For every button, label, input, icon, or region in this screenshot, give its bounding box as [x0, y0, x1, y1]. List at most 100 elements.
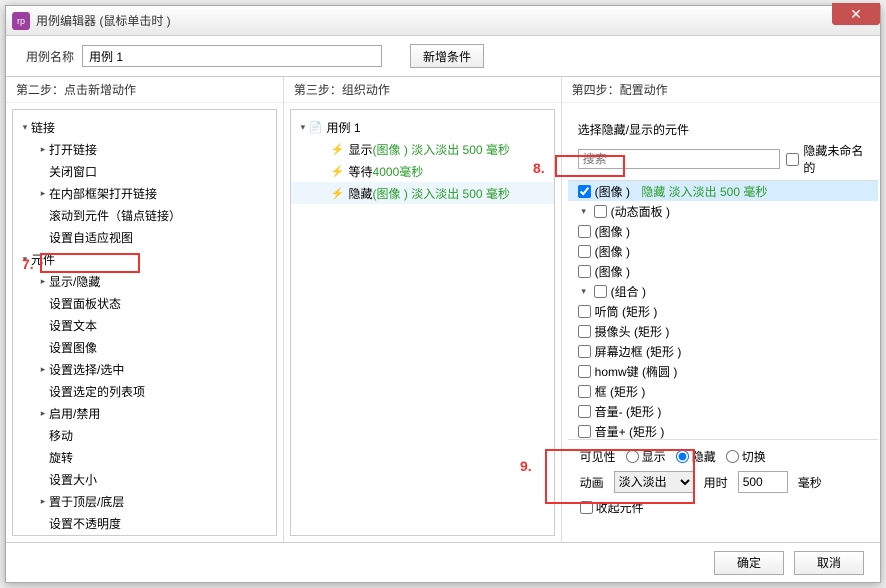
tree-item[interactable]: 滚动到元件（锚点链接）: [13, 204, 276, 226]
widget-item[interactable]: 摄像头 (矩形 ): [568, 321, 878, 341]
widget-checkbox[interactable]: [578, 345, 591, 358]
animation-label: 动画: [580, 474, 604, 491]
top-row: 用例名称 新增条件: [6, 36, 880, 76]
widget-selector-header: 选择隐藏/显示的元件 隐藏未命名的: [568, 115, 878, 180]
annotation-9: 9.: [520, 458, 532, 474]
expand-icon: ▸: [37, 188, 49, 199]
widget-checkbox[interactable]: [578, 405, 591, 418]
widget-item[interactable]: 屏幕边框 (矩形 ): [568, 341, 878, 361]
page-icon: 📄: [309, 121, 323, 134]
widget-item-selected[interactable]: (图像 ) 隐藏 淡入淡出 500 毫秒: [568, 181, 878, 201]
step4-header: 第四步：配置动作: [562, 77, 880, 103]
select-widget-label: 选择隐藏/显示的元件: [578, 121, 868, 138]
tree-item[interactable]: 关闭窗口: [13, 160, 276, 182]
widget-checkbox[interactable]: [578, 365, 591, 378]
tree-group-widgets[interactable]: ▾元件: [13, 248, 276, 270]
dialog-footer: 确定 取消: [6, 542, 880, 582]
lightning-icon: ⚡: [331, 187, 345, 200]
lightning-icon: ⚡: [331, 143, 345, 156]
annotation-8: 8.: [533, 160, 545, 176]
ok-button[interactable]: 确定: [714, 551, 784, 575]
lightning-icon: ⚡: [331, 165, 345, 178]
annotation-7: 7.: [22, 256, 34, 272]
tree-item[interactable]: 旋转: [13, 446, 276, 468]
cancel-button[interactable]: 取消: [794, 551, 864, 575]
radio-toggle[interactable]: 切换: [726, 448, 766, 465]
visibility-panel: 可见性 显示 隐藏 切换 动画 淡入淡出 用时 毫秒 收起元件: [568, 440, 878, 530]
app-icon: rp: [12, 12, 30, 30]
hide-unnamed-checkbox[interactable]: 隐藏未命名的: [786, 142, 868, 176]
duration-unit: 毫秒: [798, 474, 822, 491]
widget-item[interactable]: (图像 ): [568, 261, 878, 281]
widget-item[interactable]: homw键 (椭圆 ): [568, 361, 878, 381]
widget-item[interactable]: 音量- (矩形 ): [568, 401, 878, 421]
widget-item[interactable]: 框 (矩形 ): [568, 381, 878, 401]
widget-checkbox[interactable]: [578, 245, 591, 258]
tree-item[interactable]: 设置自适应视图: [13, 226, 276, 248]
tree-item[interactable]: ▸打开链接: [13, 138, 276, 160]
case-editor-dialog: rp 用例编辑器 (鼠标单击时 ) ✕ 用例名称 新增条件 第二步：点击新增动作…: [5, 5, 881, 583]
widget-item[interactable]: (图像 ): [568, 221, 878, 241]
tree-item[interactable]: 设置不透明度: [13, 512, 276, 534]
step2-header: 第二步：点击新增动作: [6, 77, 283, 103]
widget-checkbox[interactable]: [578, 265, 591, 278]
tree-item-show-hide[interactable]: ▸显示/隐藏: [13, 270, 276, 292]
expand-icon: ▸: [37, 276, 49, 287]
widget-checkbox[interactable]: [578, 325, 591, 338]
animation-select[interactable]: 淡入淡出: [614, 471, 694, 493]
duration-label: 用时: [704, 474, 728, 491]
widget-checkbox[interactable]: [594, 205, 607, 218]
tree-item[interactable]: ▸设置选择/选中: [13, 358, 276, 380]
case-name-label: 用例名称: [26, 48, 74, 65]
widget-search-input[interactable]: [578, 149, 781, 169]
expand-icon: ▸: [37, 496, 49, 507]
tree-group-links[interactable]: ▾链接: [13, 116, 276, 138]
collapse-checkbox[interactable]: 收起元件: [580, 499, 644, 516]
close-button[interactable]: ✕: [832, 3, 880, 25]
collapse-icon: ▾: [578, 206, 590, 217]
widget-item[interactable]: 音量+ (矩形 ): [568, 421, 878, 440]
action-tree: ▾链接 ▸打开链接 关闭窗口 ▸在内部框架打开链接 滚动到元件（锚点链接） 设置…: [12, 109, 277, 536]
columns: 第二步：点击新增动作 ▾链接 ▸打开链接 关闭窗口 ▸在内部框架打开链接 滚动到…: [6, 76, 880, 542]
collapse-icon: ▾: [578, 286, 590, 297]
tree-item[interactable]: ▸在内部框架打开链接: [13, 182, 276, 204]
widget-checkbox[interactable]: [578, 425, 591, 438]
expand-icon: ▸: [37, 408, 49, 419]
action-row[interactable]: ⚡显示 (图像 ) 淡入淡出 500 毫秒: [291, 138, 554, 160]
widget-item[interactable]: (图像 ): [568, 241, 878, 261]
tree-item[interactable]: 移动: [13, 424, 276, 446]
tree-item[interactable]: ▸启用/禁用: [13, 402, 276, 424]
tree-item[interactable]: 设置大小: [13, 468, 276, 490]
widget-item[interactable]: ▾(动态面板 ): [568, 201, 878, 221]
radio-hide[interactable]: 隐藏: [676, 448, 716, 465]
add-condition-button[interactable]: 新增条件: [410, 44, 484, 68]
collapse-icon: ▾: [297, 122, 309, 133]
tree-item[interactable]: 设置文本: [13, 314, 276, 336]
tree-item[interactable]: ▸置于顶层/底层: [13, 490, 276, 512]
widget-checkbox[interactable]: [594, 285, 607, 298]
tree-item[interactable]: 设置选定的列表项: [13, 380, 276, 402]
widget-checkbox[interactable]: [578, 225, 591, 238]
action-row[interactable]: ⚡等待4000毫秒: [291, 160, 554, 182]
case-node[interactable]: ▾📄用例 1: [291, 116, 554, 138]
widget-item[interactable]: ▾(组合 ): [568, 281, 878, 301]
tree-item[interactable]: 获得焦点: [13, 534, 276, 536]
widget-list[interactable]: (图像 ) 隐藏 淡入淡出 500 毫秒 ▾(动态面板 ) (图像 ) (图像 …: [568, 180, 878, 440]
expand-icon: ▸: [37, 364, 49, 375]
widget-checkbox[interactable]: [578, 385, 591, 398]
widget-item[interactable]: 听筒 (矩形 ): [568, 301, 878, 321]
duration-input[interactable]: [738, 471, 788, 493]
collapse-icon: ▾: [19, 122, 31, 133]
action-row-selected[interactable]: ⚡隐藏 (图像 ) 淡入淡出 500 毫秒: [291, 182, 554, 204]
radio-show[interactable]: 显示: [626, 448, 666, 465]
step3-header: 第三步：组织动作: [284, 77, 561, 103]
tree-item[interactable]: 设置图像: [13, 336, 276, 358]
visibility-label: 可见性: [580, 448, 616, 465]
widget-checkbox[interactable]: [578, 305, 591, 318]
widget-checkbox[interactable]: [578, 185, 591, 198]
tree-item[interactable]: 设置面板状态: [13, 292, 276, 314]
organize-tree: ▾📄用例 1 ⚡显示 (图像 ) 淡入淡出 500 毫秒 ⚡等待4000毫秒 ⚡…: [290, 109, 555, 536]
window-title: 用例编辑器 (鼠标单击时 ): [36, 12, 171, 29]
case-name-input[interactable]: [82, 45, 382, 67]
titlebar[interactable]: rp 用例编辑器 (鼠标单击时 ) ✕: [6, 6, 880, 36]
